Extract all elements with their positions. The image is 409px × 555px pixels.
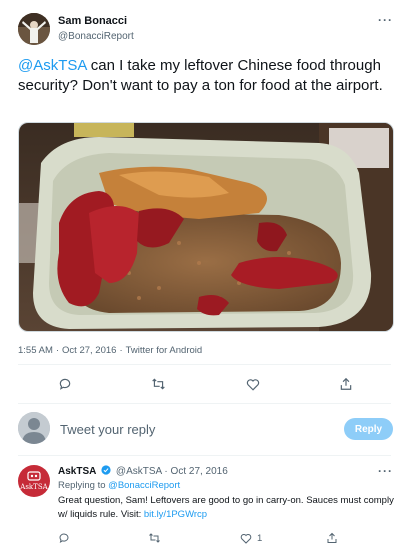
meta-separator: · [55, 345, 60, 356]
tweet-source: Twitter for Android [125, 345, 203, 356]
replying-to: Replying to @BonacciReport [58, 480, 180, 491]
tweet-actions [18, 374, 391, 394]
verified-badge-icon [101, 465, 111, 475]
replying-to-label: Replying to [58, 480, 109, 491]
reply-date[interactable]: Oct 27, 2016 [171, 466, 228, 477]
like-count: 1 [257, 532, 263, 544]
reply-author-handle[interactable]: @AskTSA [116, 466, 162, 477]
more-options-icon[interactable]: ··· [378, 13, 393, 27]
author-name[interactable]: Sam Bonacci [58, 15, 127, 27]
heart-icon [240, 533, 252, 544]
replying-to-handle[interactable]: @BonacciReport [108, 480, 180, 491]
divider [18, 455, 391, 456]
tweet-time[interactable]: 1:55 AM [18, 345, 53, 356]
share-icon[interactable] [326, 530, 338, 546]
avatar-logo-text: AskTSA [20, 483, 48, 491]
reply-input[interactable]: Tweet your reply [60, 422, 155, 437]
reply-actions: 1 [58, 530, 378, 546]
asktsa-avatar[interactable]: AskTSA [18, 465, 50, 497]
reply-link[interactable]: bit.ly/1PGWrcp [144, 509, 207, 520]
reply-author-name[interactable]: AskTSA [58, 466, 96, 477]
retweet-icon[interactable] [148, 530, 161, 546]
heart-icon[interactable] [243, 374, 263, 394]
reply-text: Great question, Sam! Leftovers are good … [58, 494, 398, 522]
share-icon[interactable] [336, 374, 356, 394]
divider [18, 403, 391, 404]
divider [18, 364, 391, 365]
like-button[interactable]: 1 [240, 530, 262, 546]
reply-separator: · [164, 466, 168, 477]
comment-icon[interactable] [58, 530, 70, 546]
reply-tweet[interactable]: AskTSA AskTSA @AskTSA · Oct 27, 2016 ···… [0, 458, 409, 555]
tweet-text: @AskTSA can I take my leftover Chinese f… [18, 56, 398, 96]
retweet-icon[interactable] [148, 374, 168, 394]
reply-header: AskTSA @AskTSA · Oct 27, 2016 [58, 465, 228, 477]
current-user-avatar [18, 412, 50, 444]
tweet-metadata: 1:55 AM · Oct 27, 2016 · Twitter for Android [18, 345, 202, 356]
reply-composer: Tweet your reply Reply [0, 405, 409, 455]
reply-body: Great question, Sam! Leftovers are good … [58, 495, 394, 520]
reply-button[interactable]: Reply [344, 418, 393, 440]
meta-separator: · [119, 345, 123, 356]
tweet-date[interactable]: Oct 27, 2016 [62, 345, 116, 356]
comment-icon[interactable] [55, 374, 75, 394]
author-avatar[interactable] [18, 13, 50, 45]
more-options-icon[interactable]: ··· [378, 464, 393, 478]
mention-link[interactable]: @AskTSA [18, 57, 87, 74]
tsa-logo-icon [27, 471, 41, 481]
author-handle[interactable]: @BonacciReport [58, 31, 134, 42]
food-photo-image [19, 123, 393, 331]
tweet-photo[interactable] [18, 122, 394, 332]
